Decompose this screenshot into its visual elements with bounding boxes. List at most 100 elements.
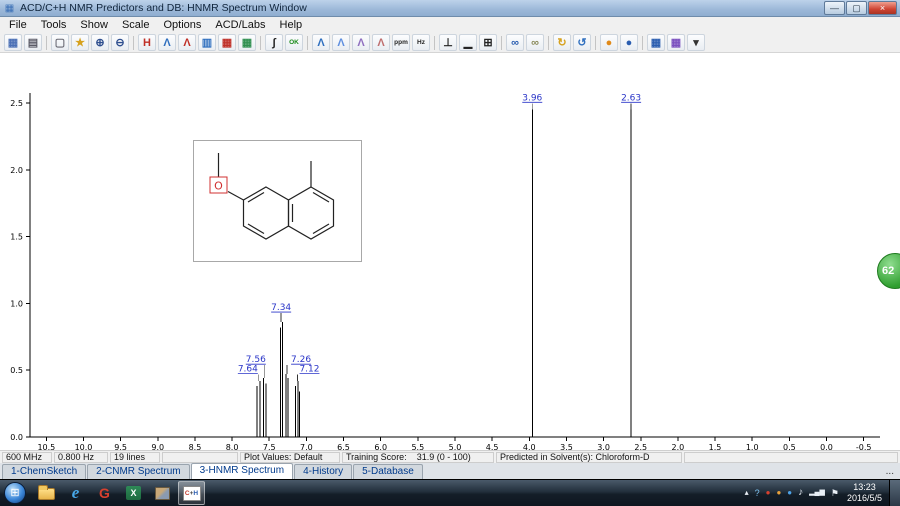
spectrum-area: 10.5 10.0 9.5 9.0 8.5 8.0 7.5 7.0 6.5 6.0 5.5 5.0 4.…	[0, 53, 900, 450]
menu-help[interactable]: Help	[273, 17, 310, 33]
report-window-icon[interactable]: ▦	[4, 34, 22, 51]
menu-options[interactable]: Options	[156, 17, 208, 33]
tab-4-history[interactable]: 4-History	[294, 464, 353, 479]
integral-icon[interactable]: ∫	[265, 34, 283, 51]
tab-1-chemsketch[interactable]: 1-ChemSketch	[2, 464, 87, 479]
hz-units-icon[interactable]: Hz	[412, 34, 430, 51]
volume-icon[interactable]: ♪	[798, 481, 803, 505]
peak-edit-icon[interactable]: Λ	[352, 34, 370, 51]
menu-show[interactable]: Show	[73, 17, 115, 33]
page-setup-icon[interactable]: ▢	[51, 34, 69, 51]
oxygen-atom-label: O	[214, 180, 223, 193]
tray-red-icon[interactable]: ●	[766, 481, 771, 505]
windows-explorer-icon[interactable]	[33, 481, 60, 505]
excel-icon[interactable]: X	[120, 481, 147, 505]
x-tick-label: 6.5	[337, 443, 350, 450]
axes-tool-icon[interactable]: ⊥	[439, 34, 457, 51]
internet-explorer-icon-glyph: e	[71, 483, 80, 502]
menu-scale[interactable]: Scale	[115, 17, 157, 33]
baseline-icon[interactable]: ▁	[459, 34, 477, 51]
taskbar-clock[interactable]: 13:23 2016/5/5	[847, 482, 882, 505]
tray-help-icon[interactable]: ?	[755, 481, 760, 505]
toolbar-separator	[46, 35, 47, 50]
action-center-icon[interactable]: ⚑	[831, 481, 839, 505]
check-structure-icon[interactable]: ∞	[526, 34, 544, 51]
tab-overflow-indicator[interactable]: ...	[886, 465, 894, 479]
x-tick-label: -0.5	[856, 443, 872, 450]
toolbar-separator	[595, 35, 596, 50]
x-tick-label: 8.5	[189, 443, 202, 450]
internet-explorer-icon[interactable]: e	[62, 481, 89, 505]
x-tick-label: 3.0	[597, 443, 610, 450]
toolbar-more-icon[interactable]: ▾	[687, 34, 705, 51]
zoom-in-icon[interactable]: ⊕	[91, 34, 109, 51]
tray-blue-icon[interactable]: ●	[787, 481, 792, 505]
ppm-units-icon[interactable]: ppm	[392, 34, 410, 51]
peak-label: 2.63	[621, 93, 641, 103]
spectrum-plot[interactable]: 10.5 10.0 9.5 9.0 8.5 8.0 7.5 7.0 6.5 6.0 5.5 5.0 4.…	[0, 53, 900, 450]
y-tick-label: 2.0	[10, 166, 23, 175]
database-table-icon[interactable]: ▦	[647, 34, 665, 51]
ok-apply-icon[interactable]: OK	[285, 34, 303, 51]
naphthalene-ring-left	[242, 186, 290, 240]
database-grid-icon[interactable]: ▦	[667, 34, 685, 51]
spectrum-assign-icon[interactable]: Λ	[178, 34, 196, 51]
acd-nmr-app-button[interactable]: C + H	[178, 481, 205, 505]
taskbar: ⊞ e G X C + H ▴? ● ● ● ♪ ▂▄▆ ⚑ 13:23 2016/5/5	[0, 479, 900, 506]
x-tick-label: 9.0	[151, 443, 164, 450]
peak-label: 7.64	[238, 365, 258, 375]
structure-box[interactable]: O	[193, 140, 362, 262]
x-tick-label: 3.5	[560, 443, 573, 450]
peak-auto-icon[interactable]: Λ	[332, 34, 350, 51]
spectrum-table-icon[interactable]: ▥	[198, 34, 216, 51]
red-g-app-icon-glyph: G	[99, 485, 110, 501]
hh-correlation-icon[interactable]: ▦	[218, 34, 236, 51]
magic-wand-icon[interactable]: ★	[71, 34, 89, 51]
atoms-orange-icon[interactable]: ●	[600, 34, 618, 51]
tray-orange-icon[interactable]: ●	[776, 481, 781, 505]
menu-acdlabs[interactable]: ACD/Labs	[208, 17, 272, 33]
tab-3-hnmr-spectrum[interactable]: 3-HNMR Spectrum	[190, 463, 294, 479]
show-desktop-button[interactable]	[889, 479, 900, 506]
status-field-1: 0.800 Hz	[54, 451, 108, 463]
spectrum-line-icon[interactable]: Λ	[158, 34, 176, 51]
review-glasses-icon[interactable]: ∞	[506, 34, 524, 51]
proton-spectrum-icon[interactable]: H	[138, 34, 156, 51]
windows-explorer-icon-glyph	[38, 485, 55, 500]
recalc-icon[interactable]: ↺	[573, 34, 591, 51]
x-tick-label: 0.5	[783, 443, 796, 450]
grid-icon[interactable]: ⊞	[479, 34, 497, 51]
x-tick-label: 1.0	[746, 443, 759, 450]
menu-tools[interactable]: Tools	[34, 17, 74, 33]
print-icon[interactable]: ▤	[24, 34, 42, 51]
zoom-out-icon[interactable]: ⊖	[111, 34, 129, 51]
app-window: ▦ ACD/C+H NMR Predictors and DB: HNMR Sp…	[0, 0, 900, 506]
network-icon[interactable]: ▂▄▆	[809, 481, 825, 505]
show-hidden-icons-button[interactable]: ▴	[745, 481, 749, 505]
naphthalene-ring-right	[287, 186, 335, 240]
refresh-icon[interactable]: ↻	[553, 34, 571, 51]
restore-button[interactable]: ▢	[846, 1, 867, 15]
status-field-0: 600 MHz	[2, 451, 52, 463]
tab-2-cnmr-spectrum[interactable]: 2-CNMR Spectrum	[87, 464, 190, 479]
tab-5-database[interactable]: 5-Database	[353, 464, 423, 479]
atoms-blue-icon[interactable]: ●	[620, 34, 638, 51]
menu-file[interactable]: File	[2, 17, 34, 33]
x-tick-label: 8.0	[226, 443, 239, 450]
peak-delete-icon[interactable]: Λ	[372, 34, 390, 51]
molecule-drawing: O	[209, 153, 335, 240]
y-tick-label: 1.5	[10, 233, 23, 242]
menu-bar: File Tools Show Scale Options ACD/Labs Help	[0, 17, 900, 33]
close-button[interactable]: ×	[868, 1, 897, 15]
minimize-button[interactable]: —	[824, 1, 845, 15]
ch-correlation-icon[interactable]: ▦	[238, 34, 256, 51]
image-tool-icon[interactable]	[149, 481, 176, 505]
excel-icon-glyph: X	[126, 486, 141, 500]
window-title: ACD/C+H NMR Predictors and DB: HNMR Spec…	[20, 2, 307, 14]
x-tick-label: 0.0	[820, 443, 833, 450]
peak-picking-icon[interactable]: Λ	[312, 34, 330, 51]
app-icon: ▦	[4, 2, 15, 14]
toolbar-separator	[434, 35, 435, 50]
red-g-app-icon[interactable]: G	[91, 481, 118, 505]
start-button[interactable]: ⊞	[4, 482, 26, 504]
